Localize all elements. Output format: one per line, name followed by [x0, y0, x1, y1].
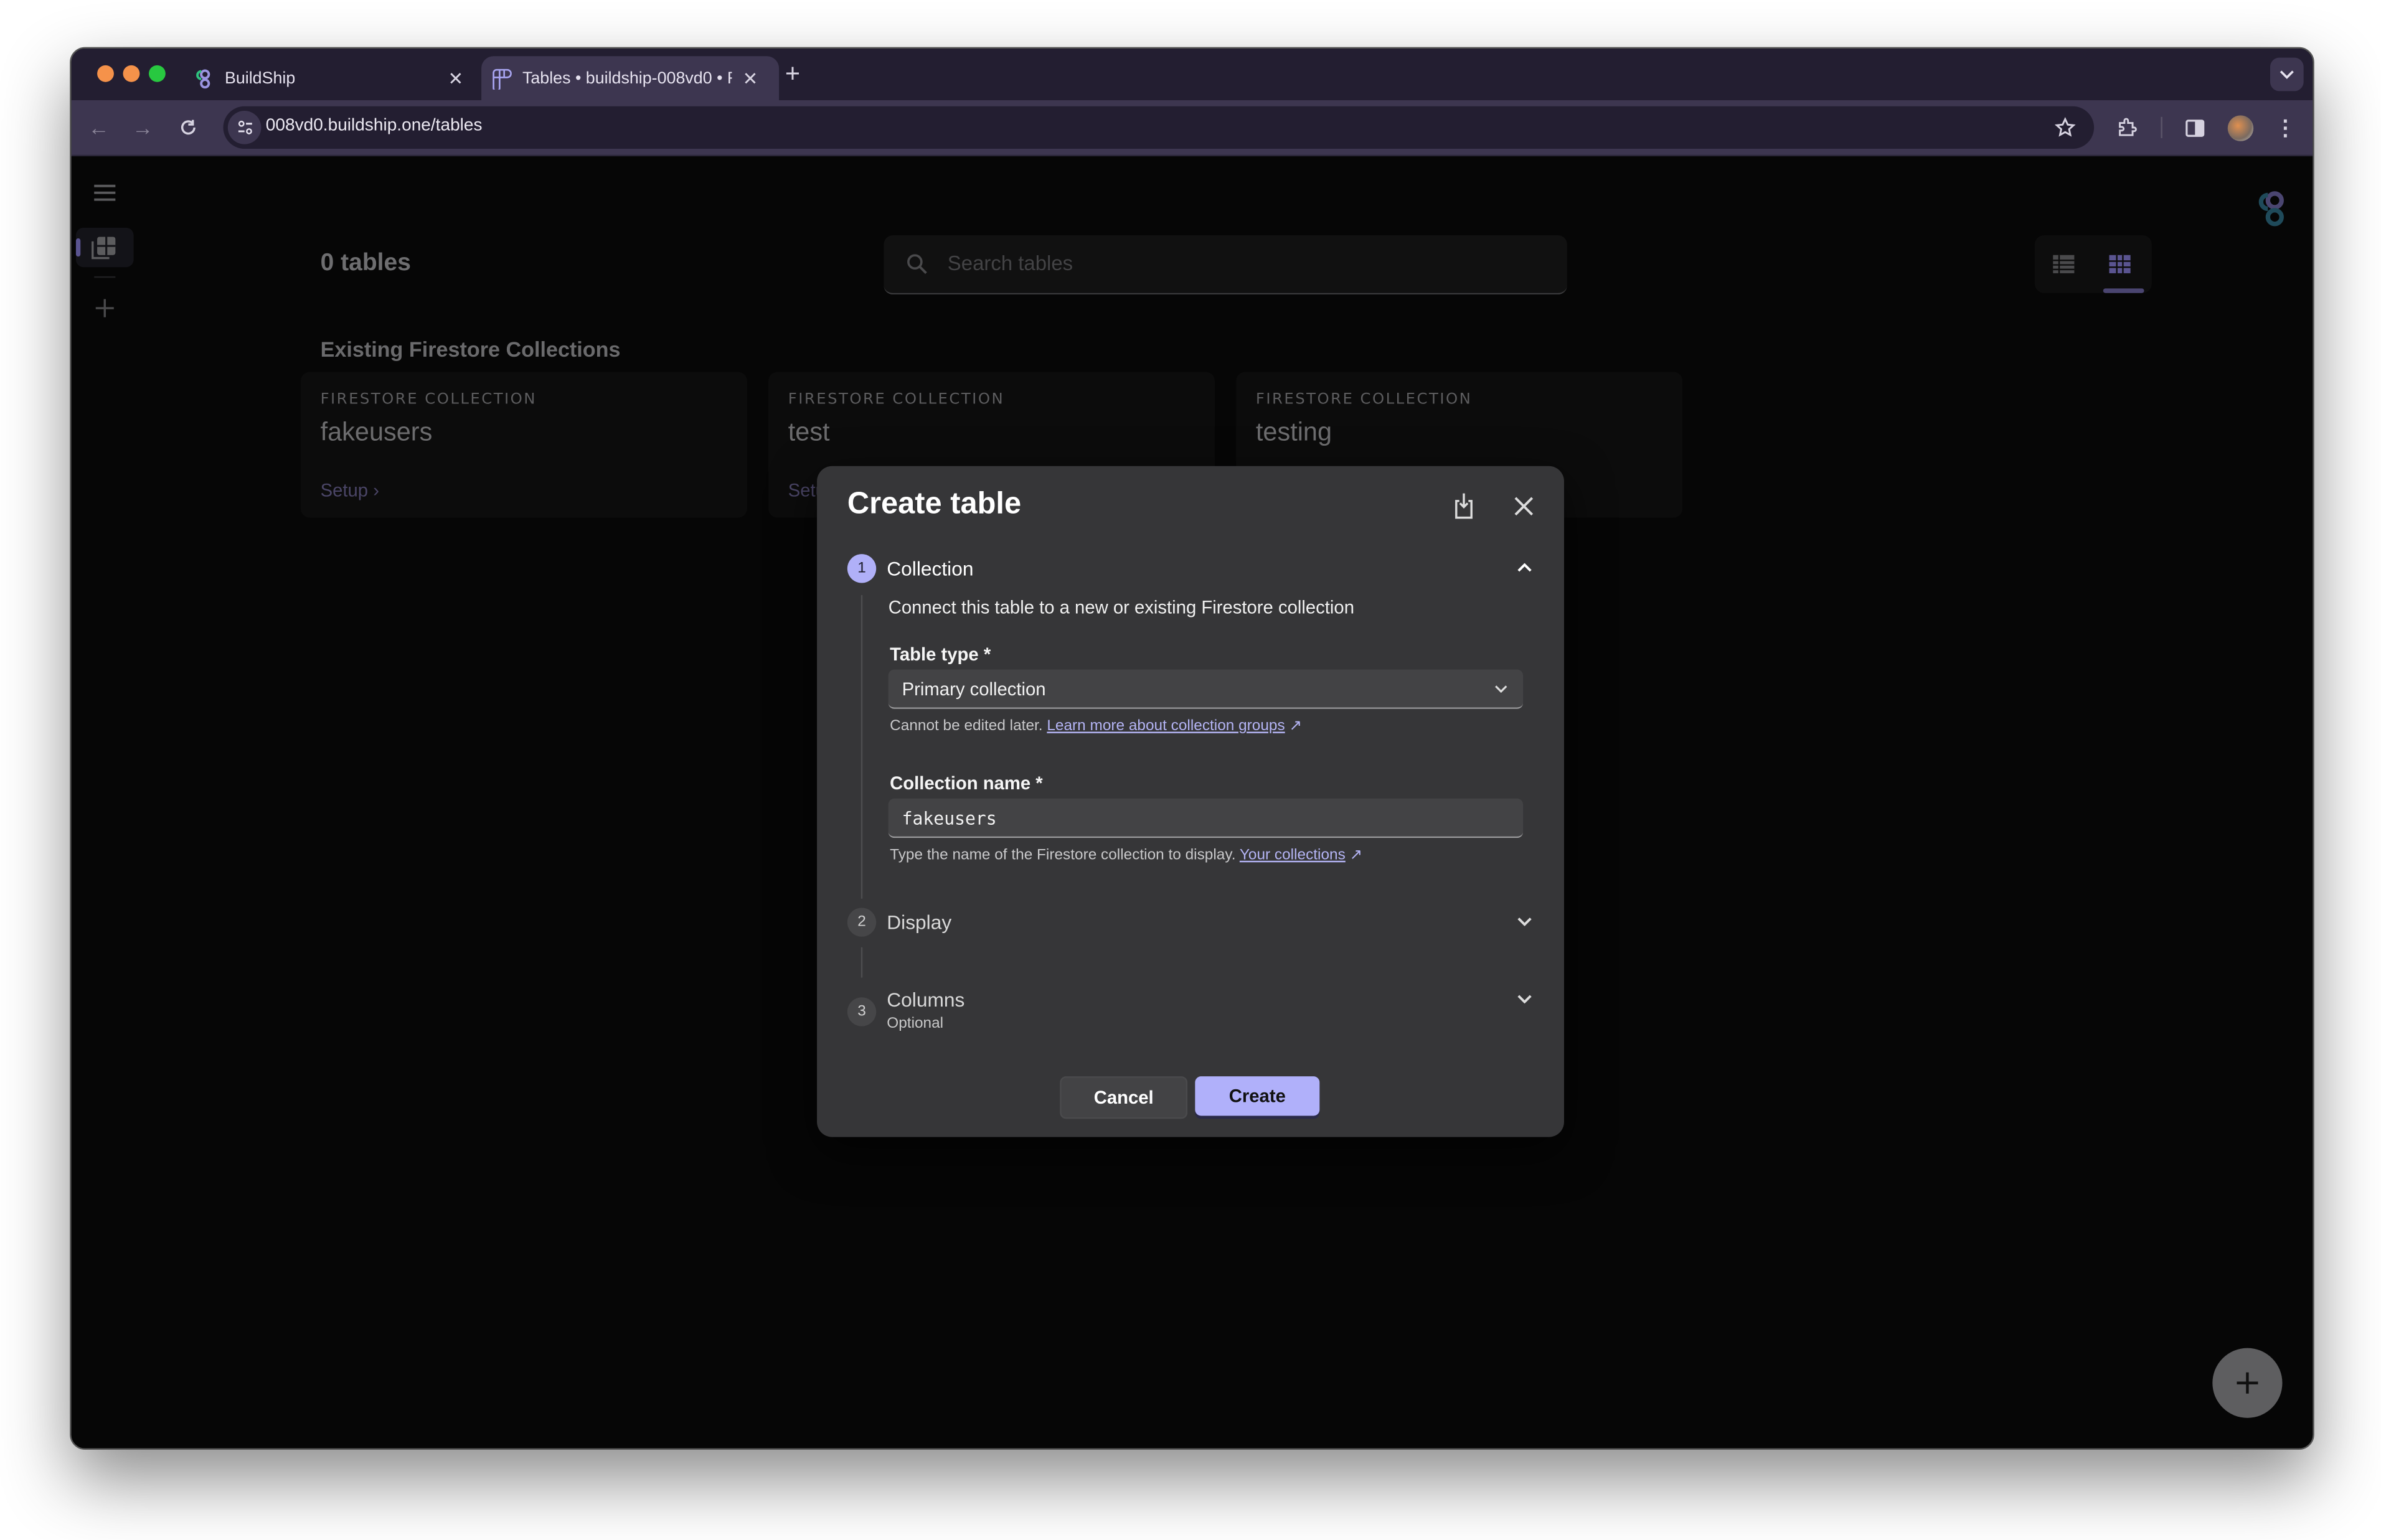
- plus-icon: [2237, 1372, 2258, 1394]
- url-text[interactable]: 008vd0.buildship.one/tables: [266, 117, 483, 135]
- card-collection-name: testing: [1255, 417, 1332, 447]
- extensions-icon[interactable]: [2114, 114, 2141, 141]
- create-button[interactable]: Create: [1195, 1076, 1320, 1116]
- card-kicker: FIRESTORE COLLECTION: [320, 392, 537, 409]
- step-columns-header[interactable]: Columns: [887, 988, 964, 1012]
- list-view-icon: [2053, 255, 2075, 273]
- external-link-icon: ↗: [1345, 847, 1363, 864]
- side-panel-icon[interactable]: [2181, 114, 2208, 141]
- card-kicker: FIRESTORE COLLECTION: [788, 392, 1005, 409]
- step-connector: [860, 947, 863, 978]
- toolbar-divider: [2161, 116, 2162, 138]
- learn-more-collection-groups-link[interactable]: Learn more about collection groups: [1047, 718, 1285, 735]
- tab-strip: BuildShip ✕ Tables • buildship-008vd0 • …: [71, 49, 2313, 100]
- site-info-button[interactable]: [227, 111, 262, 144]
- chevron-down-icon: [1495, 685, 1507, 693]
- cancel-button[interactable]: Cancel: [1060, 1076, 1188, 1119]
- close-tab-icon[interactable]: ✕: [448, 68, 463, 89]
- active-view-indicator: [2103, 288, 2144, 293]
- table-type-value: Primary collection: [902, 678, 1046, 700]
- search-placeholder: Search tables: [947, 251, 1073, 275]
- browser-toolbar: ← → 008vd0.buildship.one/tables ⋮: [71, 100, 2313, 157]
- collection-name-value: fakeusers: [902, 807, 997, 829]
- back-button[interactable]: ←: [85, 114, 113, 141]
- create-table-dialog: Create table 1 Collection Connect this t…: [817, 466, 1564, 1137]
- step-columns-sublabel: Optional: [887, 1015, 944, 1033]
- step-number: 1: [847, 554, 877, 583]
- card-collection-name: fakeusers: [320, 417, 433, 447]
- page-title: 0 tables: [320, 250, 411, 276]
- tab-search-button[interactable]: [2270, 57, 2304, 92]
- search-tables-input[interactable]: Search tables: [884, 235, 1567, 295]
- helper-text: Cannot be edited later.: [890, 718, 1043, 735]
- plus-icon: [95, 299, 114, 317]
- profile-avatar[interactable]: [2226, 114, 2253, 141]
- list-view-button[interactable]: [2052, 253, 2076, 282]
- tune-icon: [237, 120, 252, 134]
- search-icon: [907, 253, 928, 282]
- grid-view-icon: [2109, 255, 2131, 273]
- minimize-window-button[interactable]: [123, 65, 140, 82]
- buildship-logo-icon[interactable]: [2258, 190, 2285, 237]
- forward-button[interactable]: →: [129, 114, 156, 141]
- more-menu-icon[interactable]: ⋮: [2271, 114, 2299, 141]
- tab-buildship[interactable]: BuildShip ✕: [193, 56, 466, 100]
- collection-name-helper: Type the name of the Firestore collectio…: [890, 847, 1362, 864]
- tab-label: Tables • buildship-008vd0 • F: [522, 68, 732, 88]
- table-type-helper: Cannot be edited later. Learn more about…: [890, 718, 1302, 735]
- sidebar-item-tables[interactable]: [75, 227, 134, 269]
- close-window-button[interactable]: [97, 65, 114, 82]
- step-number: 3: [847, 997, 877, 1026]
- chevron-down-icon[interactable]: [1512, 909, 1537, 934]
- maximize-window-button[interactable]: [149, 65, 166, 82]
- close-icon: [1514, 496, 1532, 515]
- table-type-select[interactable]: Primary collection: [888, 669, 1524, 709]
- step-connector: [860, 595, 863, 899]
- step-description: Connect this table to a new or existing …: [888, 596, 1354, 618]
- card-collection-name: test: [788, 417, 830, 447]
- import-icon: [1455, 493, 1473, 519]
- add-table-fab[interactable]: [2212, 1348, 2283, 1418]
- step-number: 2: [847, 908, 877, 937]
- active-indicator: [75, 238, 81, 257]
- external-link-icon: ↗: [1285, 718, 1302, 735]
- setup-label: Setup: [320, 479, 369, 501]
- tables-icon: [91, 235, 116, 269]
- setup-link[interactable]: Setup ›: [321, 480, 379, 501]
- chevron-up-icon[interactable]: [1512, 556, 1537, 580]
- buildship-logo-icon: [193, 68, 214, 89]
- grid-view-button[interactable]: [2108, 253, 2132, 282]
- collection-name-input[interactable]: fakeusers: [888, 798, 1524, 838]
- dialog-title: Create table: [847, 487, 1022, 521]
- your-collections-link[interactable]: Your collections: [1240, 847, 1346, 864]
- table-type-label: Table type *: [890, 644, 991, 665]
- tab-tables[interactable]: Tables • buildship-008vd0 • F ✕: [481, 56, 780, 100]
- tab-label: BuildShip: [224, 68, 296, 88]
- view-toggle: [2034, 235, 2152, 293]
- reload-button[interactable]: [174, 114, 202, 141]
- collection-name-label: Collection name *: [890, 772, 1043, 794]
- add-table-sidebar-button[interactable]: [87, 290, 123, 327]
- collection-card[interactable]: FIRESTORE COLLECTION fakeusers Setup ›: [300, 372, 747, 518]
- chevron-down-icon: [2280, 70, 2294, 79]
- address-bar[interactable]: 008vd0.buildship.one/tables: [223, 106, 2095, 149]
- helper-text: Type the name of the Firestore collectio…: [890, 847, 1236, 864]
- card-kicker: FIRESTORE COLLECTION: [1255, 392, 1473, 409]
- section-heading: Existing Firestore Collections: [320, 337, 621, 362]
- close-tab-icon[interactable]: ✕: [743, 68, 758, 89]
- hamburger-menu-icon[interactable]: [87, 174, 123, 211]
- step-display-header[interactable]: Display: [887, 911, 951, 934]
- new-tab-button[interactable]: +: [785, 59, 800, 90]
- rowy-logo-icon: [491, 68, 512, 89]
- chevron-right-icon: ›: [373, 479, 379, 501]
- chevron-down-icon[interactable]: [1512, 987, 1537, 1011]
- step-collection-header[interactable]: Collection: [887, 557, 973, 580]
- close-dialog-button[interactable]: [1508, 491, 1539, 521]
- sidebar-divider: [94, 276, 116, 278]
- reload-icon: [181, 120, 196, 135]
- import-button[interactable]: [1449, 491, 1479, 521]
- bookmark-star-icon[interactable]: [2052, 114, 2079, 141]
